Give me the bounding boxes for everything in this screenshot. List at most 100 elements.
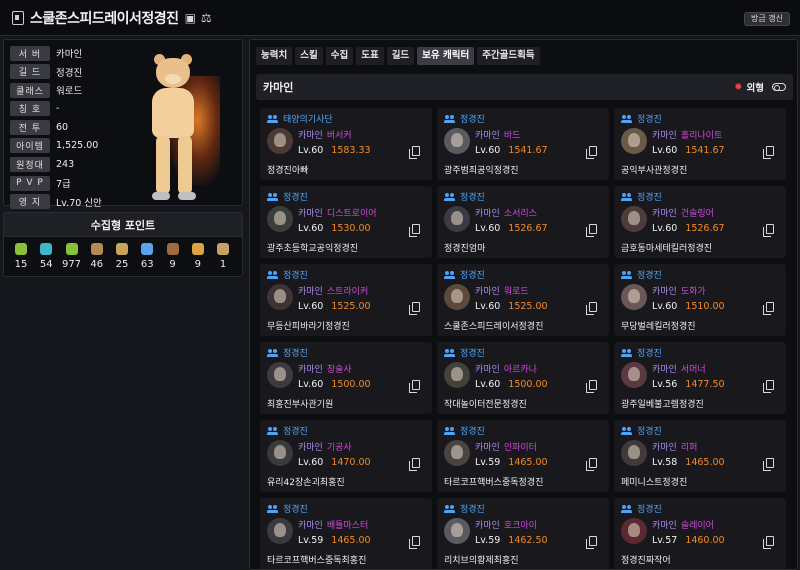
guild-name: 정경진 (637, 427, 662, 437)
character-card[interactable]: 정경진 카마인 서머너 Lv.56 1477.50 광주일베불고렘정경진 (614, 342, 786, 414)
copy-icon[interactable] (409, 146, 420, 159)
level-line: Lv.60 1525.00 (475, 301, 548, 312)
collection-point[interactable]: 977 (61, 243, 83, 270)
guild-name: 태양의기사단 (283, 115, 333, 125)
character-card[interactable]: 정경진 카마인 홀리나이트 Lv.60 1541.67 공익부사관정경진 (614, 108, 786, 180)
character-name: 광주일베불고렘정경진 (621, 400, 704, 410)
character-card[interactable]: 정경진 카마인 슬레이어 Lv.57 1460.00 정경진짜작어 (614, 498, 786, 569)
copy-icon[interactable] (409, 224, 420, 237)
character-level: Lv.56 (652, 379, 678, 390)
item-level: 1477.50 (685, 379, 725, 390)
character-level: Lv.57 (652, 535, 678, 546)
character-portrait (267, 206, 293, 232)
character-portrait (621, 362, 647, 388)
guild-name: 정경진 (283, 271, 308, 281)
copy-icon[interactable] (586, 224, 597, 237)
level-line: Lv.60 1500.00 (475, 379, 548, 390)
shoe-left (152, 192, 170, 200)
collection-point[interactable]: 9 (162, 243, 184, 270)
copy-icon[interactable] (409, 458, 420, 471)
collection-point[interactable]: 46 (86, 243, 108, 270)
art-scroll-icon (90, 243, 103, 255)
character-card[interactable]: 정경진 카마인 디스트로이어 Lv.60 1530.00 광주초등학교공익정경진 (260, 186, 432, 258)
tab-5[interactable]: 보유 캐릭터 (417, 47, 475, 65)
character-card[interactable]: 정경진 카마인 워로드 Lv.60 1525.00 스쿨존스피드레이서정경진 (437, 264, 609, 336)
character-card[interactable]: 정경진 카마인 기공사 Lv.60 1470.00 유리42장손괴최홍진 (260, 420, 432, 492)
guild-line: 정경진 (621, 268, 662, 281)
level-line: Lv.60 1510.00 (652, 301, 725, 312)
telescope-icon (116, 243, 128, 255)
copy-icon[interactable] (409, 536, 420, 549)
copy-icon[interactable] (763, 458, 774, 471)
id-card-icon[interactable]: ▣ (185, 11, 196, 25)
character-card[interactable]: 정경진 카마인 리퍼 Lv.58 1465.00 페미니스트정경진 (614, 420, 786, 492)
collection-point[interactable]: 9 (187, 243, 209, 270)
copy-icon[interactable] (409, 380, 420, 393)
character-name: 타르코프핵버스중독최홍진 (267, 556, 367, 566)
character-level: Lv.59 (475, 457, 501, 468)
profile-info-list: 서 버 카마인 길 드 정경진 클래스 워로드 칭 호-전 투 60 아이템 1,525.00 원정… (10, 44, 130, 211)
copy-icon[interactable] (586, 146, 597, 159)
scale-icon[interactable]: ⚖ (201, 11, 212, 25)
character-card[interactable]: 정경진 카마인 배틀마스터 Lv.59 1465.00 타르코프핵버스중독최홍진 (260, 498, 432, 569)
character-card[interactable]: 정경진 카마인 스트라이커 Lv.60 1525.00 무등산피바라기정경진 (260, 264, 432, 336)
toggle-icon[interactable] (772, 83, 786, 91)
tab-4[interactable]: 길드 (386, 47, 415, 65)
character-card[interactable]: 정경진 카마인 호크아이 Lv.59 1462.50 리치브의황제최홍진 (437, 498, 609, 569)
item-level: 1541.67 (508, 145, 548, 156)
profile-row-label: 전 투 (10, 119, 50, 135)
guild-people-icon (267, 192, 279, 201)
collection-point[interactable]: 63 (136, 243, 158, 270)
guild-name: 정경진 (637, 271, 662, 281)
character-level: Lv.60 (475, 145, 501, 156)
collection-point-value: 9 (169, 259, 176, 270)
character-card[interactable]: 정경진 카마인 도화가 Lv.60 1510.00 무당벌레킬러정경진 (614, 264, 786, 336)
character-card[interactable]: 정경진 카마인 아르카나 Lv.60 1500.00 작대놀이터전문정경진 (437, 342, 609, 414)
copy-icon[interactable] (763, 380, 774, 393)
guild-people-icon (444, 270, 456, 279)
level-line: Lv.57 1460.00 (652, 535, 725, 546)
collection-point-value: 46 (90, 259, 104, 270)
tab-2[interactable]: 수집 (325, 47, 354, 65)
collection-point[interactable]: 1 (212, 243, 234, 270)
copy-icon[interactable] (763, 302, 774, 315)
tab-3[interactable]: 도표 (356, 47, 384, 65)
item-level: 1541.67 (685, 145, 725, 156)
tab-0[interactable]: 능력치 (256, 47, 293, 65)
character-server: 카마인 (298, 131, 323, 141)
profile-row: 서 버 카마인 (10, 44, 130, 62)
copy-icon[interactable] (409, 302, 420, 315)
copy-icon[interactable] (763, 146, 774, 159)
appearance-toggle[interactable]: ✹ 외형 (734, 80, 786, 94)
character-class: 기공사 (326, 443, 352, 453)
character-card[interactable]: 정경진 카마인 바드 Lv.60 1541.67 광주범죄공익정경진 (437, 108, 609, 180)
collection-point[interactable]: 54 (35, 243, 57, 270)
copy-icon[interactable] (586, 302, 597, 315)
profile-row: 클래스 워로드 (10, 81, 130, 99)
refresh-button[interactable]: 방금 갱신 (744, 12, 790, 26)
bookmark-icon[interactable] (12, 10, 24, 25)
copy-icon[interactable] (763, 224, 774, 237)
copy-icon[interactable] (763, 536, 774, 549)
tab-1[interactable]: 스킬 (295, 47, 323, 65)
copy-icon[interactable] (586, 458, 597, 471)
guild-line: 정경진 (621, 190, 662, 203)
character-card[interactable]: 정경진 카마인 인파이터 Lv.59 1465.00 타르코프핵버스중독정경진 (437, 420, 609, 492)
island-heart-icon (40, 243, 53, 255)
character-class: 디스트로이어 (326, 209, 377, 219)
collection-point[interactable]: 15 (10, 243, 32, 270)
character-portrait (621, 128, 647, 154)
tab-6[interactable]: 주간골드획득 (477, 47, 540, 65)
copy-icon[interactable] (586, 380, 597, 393)
copy-icon[interactable] (586, 536, 597, 549)
main-panel: 능력치 스킬 수집 도표 길드 보유 캐릭터 주간골드획득 카마인 ✹ 외형 태양의기사단 카… (249, 39, 798, 570)
character-level: Lv.58 (652, 457, 678, 468)
character-card[interactable]: 정경진 카마인 건슬링어 Lv.60 1526.67 금호동마세테킬러정경진 (614, 186, 786, 258)
collection-point[interactable]: 25 (111, 243, 133, 270)
guild-line: 정경진 (267, 502, 308, 515)
character-card[interactable]: 정경진 카마인 소서리스 Lv.60 1526.67 정경진엄마 (437, 186, 609, 258)
character-card[interactable]: 정경진 카마인 창술사 Lv.60 1500.00 최홍진부사관기원 (260, 342, 432, 414)
item-level: 1526.67 (508, 223, 548, 234)
character-card[interactable]: 태양의기사단 카마인 버서커 Lv.60 1583.33 정경진아빠 (260, 108, 432, 180)
character-class: 워로드 (503, 287, 529, 297)
